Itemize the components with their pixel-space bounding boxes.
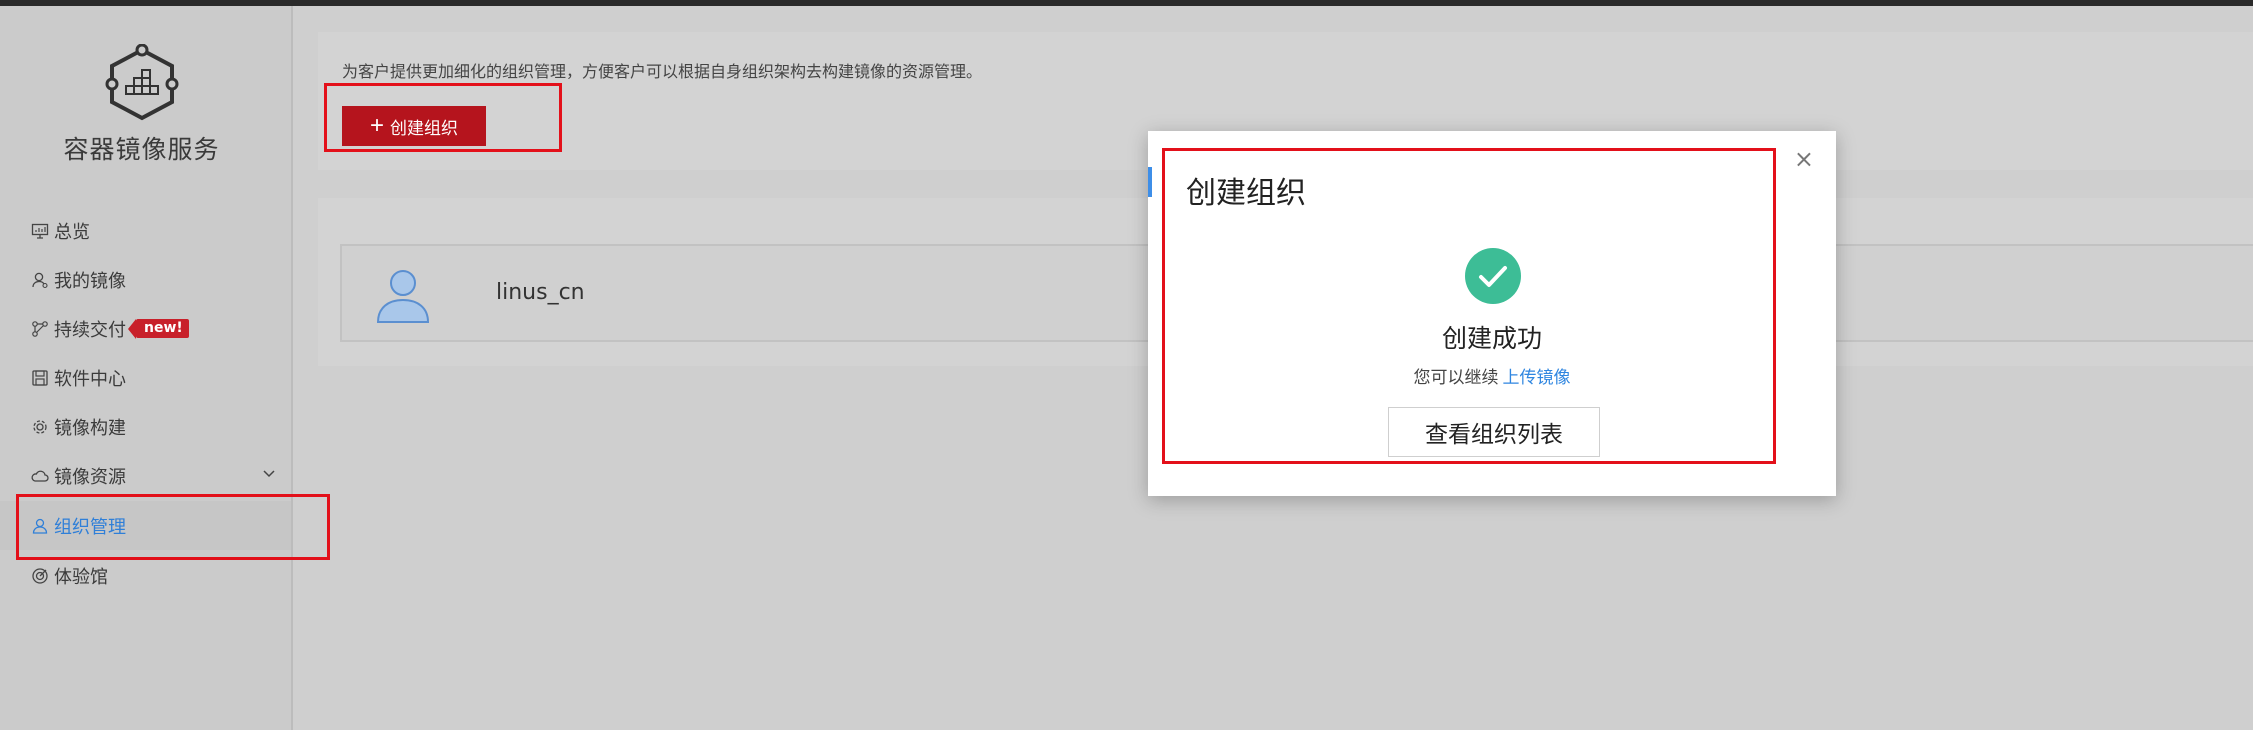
target-icon bbox=[29, 565, 51, 587]
organization-name[interactable]: linus_cn bbox=[496, 280, 585, 305]
user-avatar-icon bbox=[376, 270, 430, 323]
sidebar-item-label: 镜像构建 bbox=[54, 417, 126, 439]
close-icon[interactable]: × bbox=[1794, 147, 1814, 171]
highlight-box-organization bbox=[16, 494, 330, 560]
sidebar-item-continuous-delivery[interactable]: 持续交付 new! bbox=[0, 304, 291, 353]
top-bar bbox=[0, 0, 2253, 6]
sidebar-item-label: 镜像资源 bbox=[54, 466, 126, 488]
flow-icon bbox=[29, 318, 51, 340]
user-icon bbox=[29, 269, 51, 291]
highlight-box-dialog bbox=[1162, 148, 1776, 464]
container-registry-icon bbox=[100, 43, 184, 128]
cloud-icon bbox=[29, 465, 51, 487]
highlight-box-create-button bbox=[324, 83, 562, 152]
page-description: 为客户提供更加细化的组织管理，方便客户可以根据自身组织架构去构建镜像的资源管理。 bbox=[342, 62, 983, 81]
sidebar-item-my-images[interactable]: 我的镜像 bbox=[0, 255, 291, 304]
sidebar-item-image-build[interactable]: 镜像构建 bbox=[0, 402, 291, 451]
sidebar-item-overview[interactable]: 总览 bbox=[0, 206, 291, 255]
dialog-title-accent bbox=[1148, 167, 1152, 197]
app-title: 容器镜像服务 bbox=[63, 135, 220, 164]
chevron-down-icon[interactable] bbox=[261, 466, 277, 482]
sidebar-item-label: 总览 bbox=[54, 221, 90, 243]
sidebar-item-label: 软件中心 bbox=[54, 368, 126, 390]
sidebar-item-label: 体验馆 bbox=[54, 566, 108, 588]
sidebar-item-label: 我的镜像 bbox=[54, 270, 126, 292]
sidebar-item-label: 持续交付 bbox=[54, 319, 126, 341]
sidebar: 容器镜像服务 总览 我的镜像 持续交付 new! 软件中心 镜像构建 镜像资源 … bbox=[0, 6, 293, 730]
sidebar-item-image-resources[interactable]: 镜像资源 bbox=[0, 451, 291, 500]
monitor-icon bbox=[29, 220, 51, 242]
gear-icon bbox=[29, 416, 51, 438]
sidebar-item-software-center[interactable]: 软件中心 bbox=[0, 353, 291, 402]
save-icon bbox=[29, 367, 51, 389]
new-badge: new! bbox=[128, 319, 189, 339]
